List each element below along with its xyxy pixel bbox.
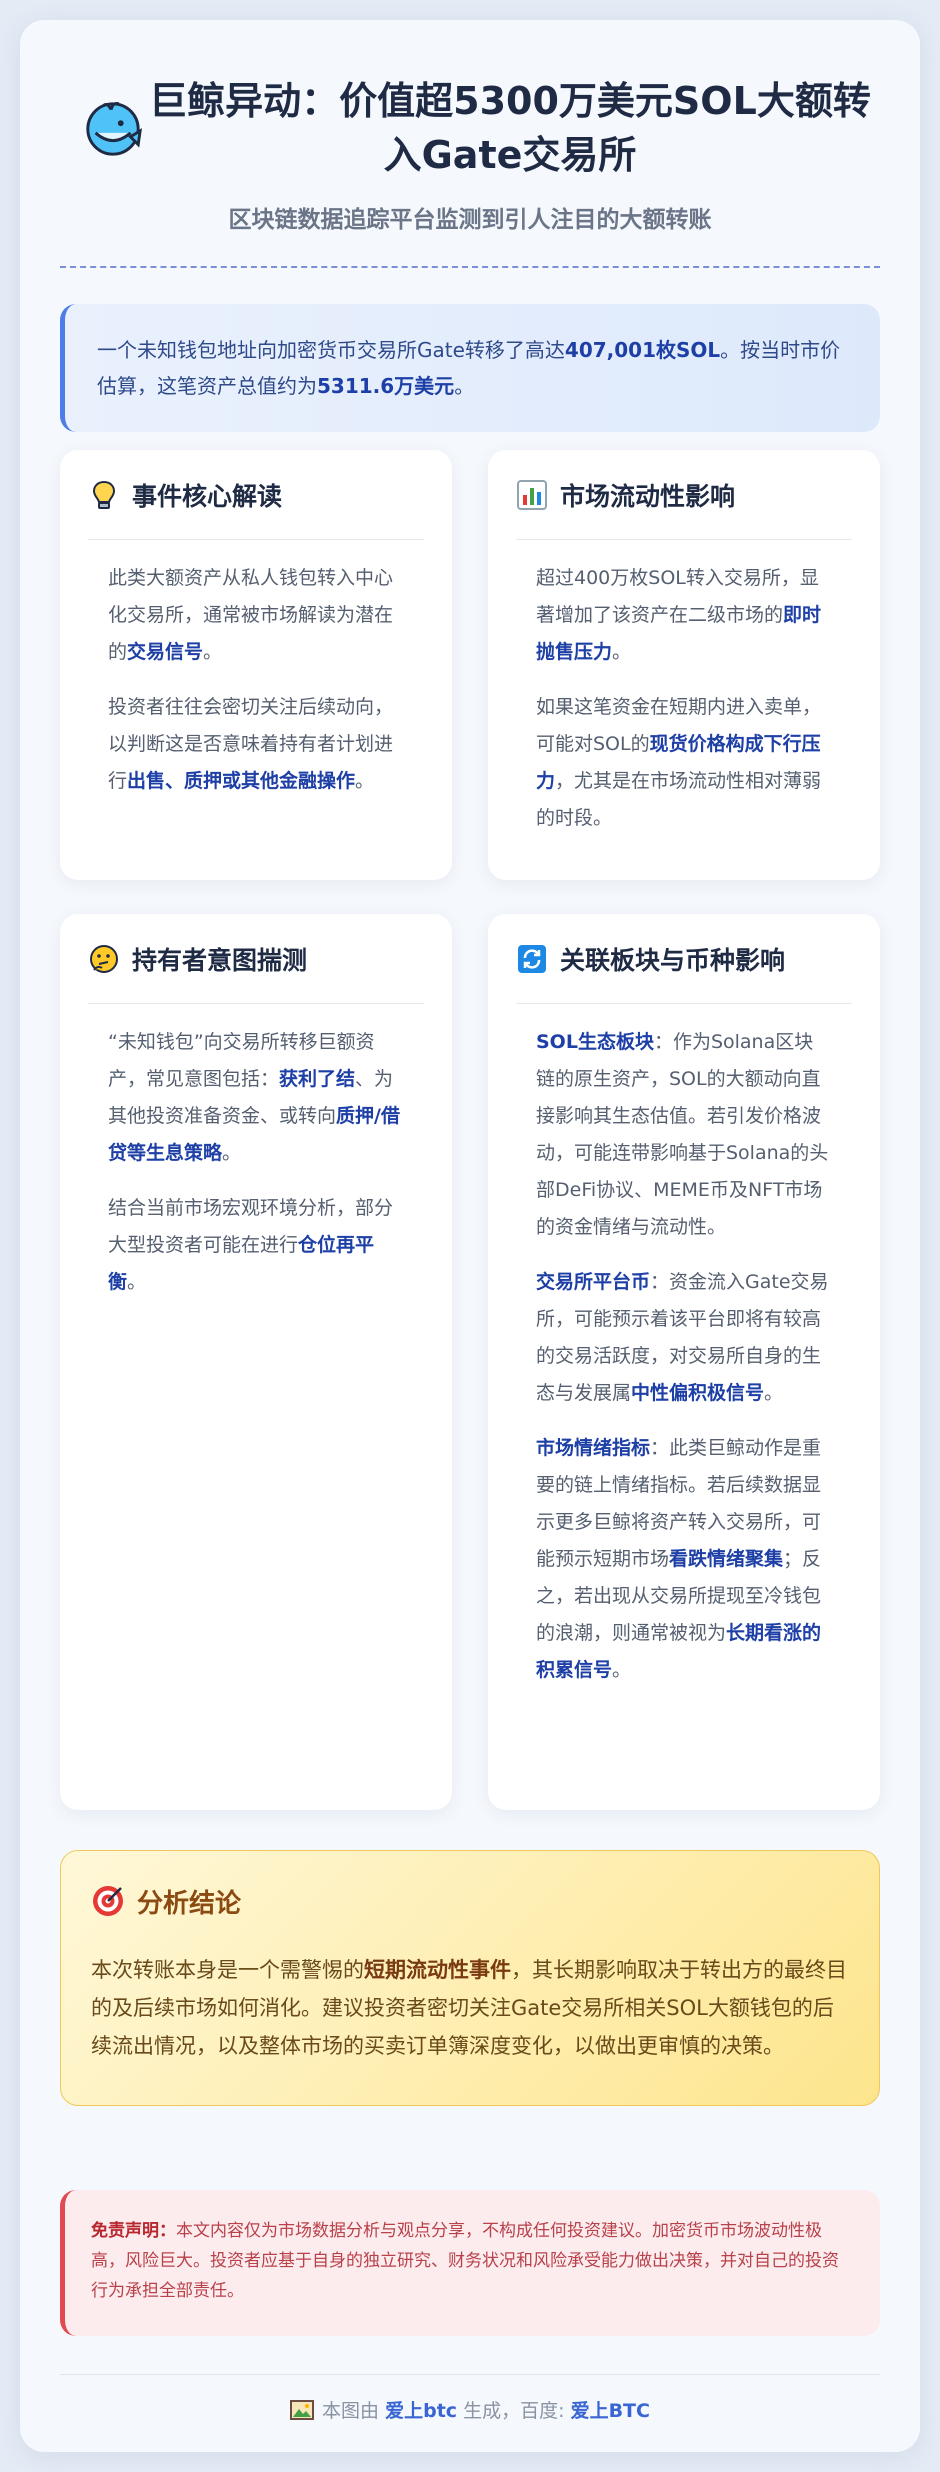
paragraph-text: 。: [203, 641, 223, 663]
footer-prefix: 本图由: [322, 2400, 380, 2422]
item-lead: 交易所平台币: [536, 1271, 651, 1293]
panel-header: 市场流动性影响: [516, 450, 852, 540]
highlight: 出售、质押或其他金融操作: [127, 770, 356, 792]
bar-chart-icon: [517, 479, 547, 510]
page-subtitle: 区块链数据追踪平台监测到引人注目的大额转账: [228, 207, 712, 233]
panel-market-liquidity: 市场流动性影响 超过400万枚SOL转入交易所，显著增加了该资产在二级市场的即时…: [488, 450, 880, 880]
conclusion-header: 分析结论: [91, 1851, 849, 1951]
panel-header: 事件核心解读: [88, 450, 424, 540]
disclaimer-label: 免责声明：: [91, 2221, 176, 2241]
highlight: 看跌情绪聚集: [669, 1548, 784, 1570]
panel-paragraph: SOL生态板块：作为Solana区块链的原生资产，SOL的大额动向直接影响其生态…: [516, 1024, 852, 1246]
intro-text: 一个未知钱包地址向加密货币交易所Gate转移了高达: [97, 338, 565, 362]
refresh-icon: [518, 944, 546, 973]
panel-paragraph: 超过400万枚SOL转入交易所，显著增加了该资产在二级市场的即时抛售压力。: [516, 560, 852, 671]
panel-related-sectors: 关联板块与币种影响 SOL生态板块：作为Solana区块链的原生资产，SOL的大…: [488, 914, 880, 1810]
panel-paragraph: 此类大额资产从私人钱包转入中心化交易所，通常被市场解读为潜在的交易信号。: [88, 560, 424, 671]
panel-title: 市场流动性影响: [560, 481, 736, 511]
paragraph-text: ，尤其是在市场流动性相对薄弱的时段。: [536, 770, 822, 829]
disclaimer-text: 本文内容仅为市场数据分析与观点分享，不构成任何投资建议。加密货币市场波动性极高，…: [91, 2221, 839, 2301]
panel-paragraph: 如果这笔资金在短期内进入卖单，可能对SOL的现货价格构成下行压力，尤其是在市场流…: [516, 689, 852, 837]
intro-value: 5311.6万美元: [317, 374, 455, 398]
footer-divider: [60, 2374, 880, 2375]
paragraph-text: 。: [355, 770, 375, 792]
header: 巨鲸异动：价值超5300万美元SOL大额转入Gate交易所 区块链数据追踪平台监…: [60, 60, 880, 260]
paragraph-text: 。: [764, 1382, 784, 1404]
paragraph-text: 。: [612, 641, 632, 663]
whale-icon: [86, 101, 142, 156]
thinking-face-icon: [90, 944, 118, 973]
highlight: 中性偏积极信号: [631, 1382, 765, 1404]
panel-title: 关联板块与币种影响: [560, 945, 786, 975]
page-title: 巨鲸异动：价值超5300万美元SOL大额转入Gate交易所: [149, 79, 871, 177]
disclaimer-box: 免责声明：本文内容仅为市场数据分析与观点分享，不构成任何投资建议。加密货币市场波…: [60, 2190, 880, 2336]
highlight: 交易信号: [127, 641, 204, 663]
picture-icon: [290, 2400, 315, 2420]
paragraph-text: 。: [127, 1271, 147, 1293]
paragraph-text: 超过400万枚SOL转入交易所，显著增加了该资产在二级市场的: [536, 567, 819, 626]
panel-title: 持有者意图揣测: [132, 945, 308, 975]
panel-header: 持有者意图揣测: [88, 914, 424, 1004]
footer-middle: 生成，百度:: [463, 2400, 565, 2422]
paragraph-text: 本次转账本身是一个需警惕的: [91, 1958, 364, 1982]
header-divider: [60, 266, 880, 268]
paragraph-text: 。: [612, 1659, 632, 1681]
page-card: 巨鲸异动：价值超5300万美元SOL大额转入Gate交易所 区块链数据追踪平台监…: [20, 20, 920, 2452]
paragraph-text: ：作为Solana区块链的原生资产，SOL的大额动向直接影响其生态估值。若引发价…: [536, 1031, 829, 1238]
highlight: 短期流动性事件: [364, 1958, 511, 1982]
panel-paragraph: 市场情绪指标：此类巨鲸动作是重要的链上情绪指标。若后续数据显示更多巨鲸将资产转入…: [516, 1430, 852, 1689]
item-lead: SOL生态板块: [536, 1031, 654, 1053]
panel-paragraph: 交易所平台币：资金流入Gate交易所，可能预示着该平台即将有较高的交易活跃度，对…: [516, 1264, 852, 1412]
target-icon: [93, 1886, 123, 1916]
footer-baidu-link[interactable]: 爱上BTC: [571, 2400, 650, 2422]
paragraph-text: 。: [222, 1142, 242, 1164]
intro-callout: 一个未知钱包地址向加密货币交易所Gate转移了高达407,001枚SOL。按当时…: [60, 304, 880, 432]
panel-paragraph: 投资者往往会密切关注后续动向，以判断这是否意味着持有者计划进行出售、质押或其他金…: [88, 689, 424, 800]
intro-amount: 407,001枚SOL: [564, 338, 721, 362]
panel-core-interpretation: 事件核心解读 此类大额资产从私人钱包转入中心化交易所，通常被市场解读为潜在的交易…: [60, 450, 452, 880]
lightbulb-icon: [92, 480, 116, 509]
item-lead: 市场情绪指标: [536, 1437, 651, 1459]
panel-title: 事件核心解读: [132, 481, 283, 511]
panel-paragraph: 结合当前市场宏观环境分析，部分大型投资者可能在进行仓位再平衡。: [88, 1190, 424, 1301]
panel-header: 关联板块与币种影响: [516, 914, 852, 1004]
intro-text: 。: [454, 374, 475, 398]
panel-paragraph: “未知钱包”向交易所转移巨额资产，常见意图包括：获利了结、为其他投资准备资金、或…: [88, 1024, 424, 1172]
panel-holder-intent: 持有者意图揣测 “未知钱包”向交易所转移巨额资产，常见意图包括：获利了结、为其他…: [60, 914, 452, 1810]
conclusion-box: 分析结论 本次转账本身是一个需警惕的短期流动性事件，其长期影响取决于转出方的最终…: [60, 1850, 880, 2106]
conclusion-title: 分析结论: [137, 1888, 242, 1919]
footer-brand-link[interactable]: 爱上btc: [385, 2400, 457, 2422]
highlight: 获利了结: [279, 1068, 356, 1090]
conclusion-text: 本次转账本身是一个需警惕的短期流动性事件，其长期影响取决于转出方的最终目的及后续…: [91, 1951, 849, 2065]
footer: 本图由 爱上btc 生成，百度: 爱上BTC: [60, 2396, 880, 2423]
